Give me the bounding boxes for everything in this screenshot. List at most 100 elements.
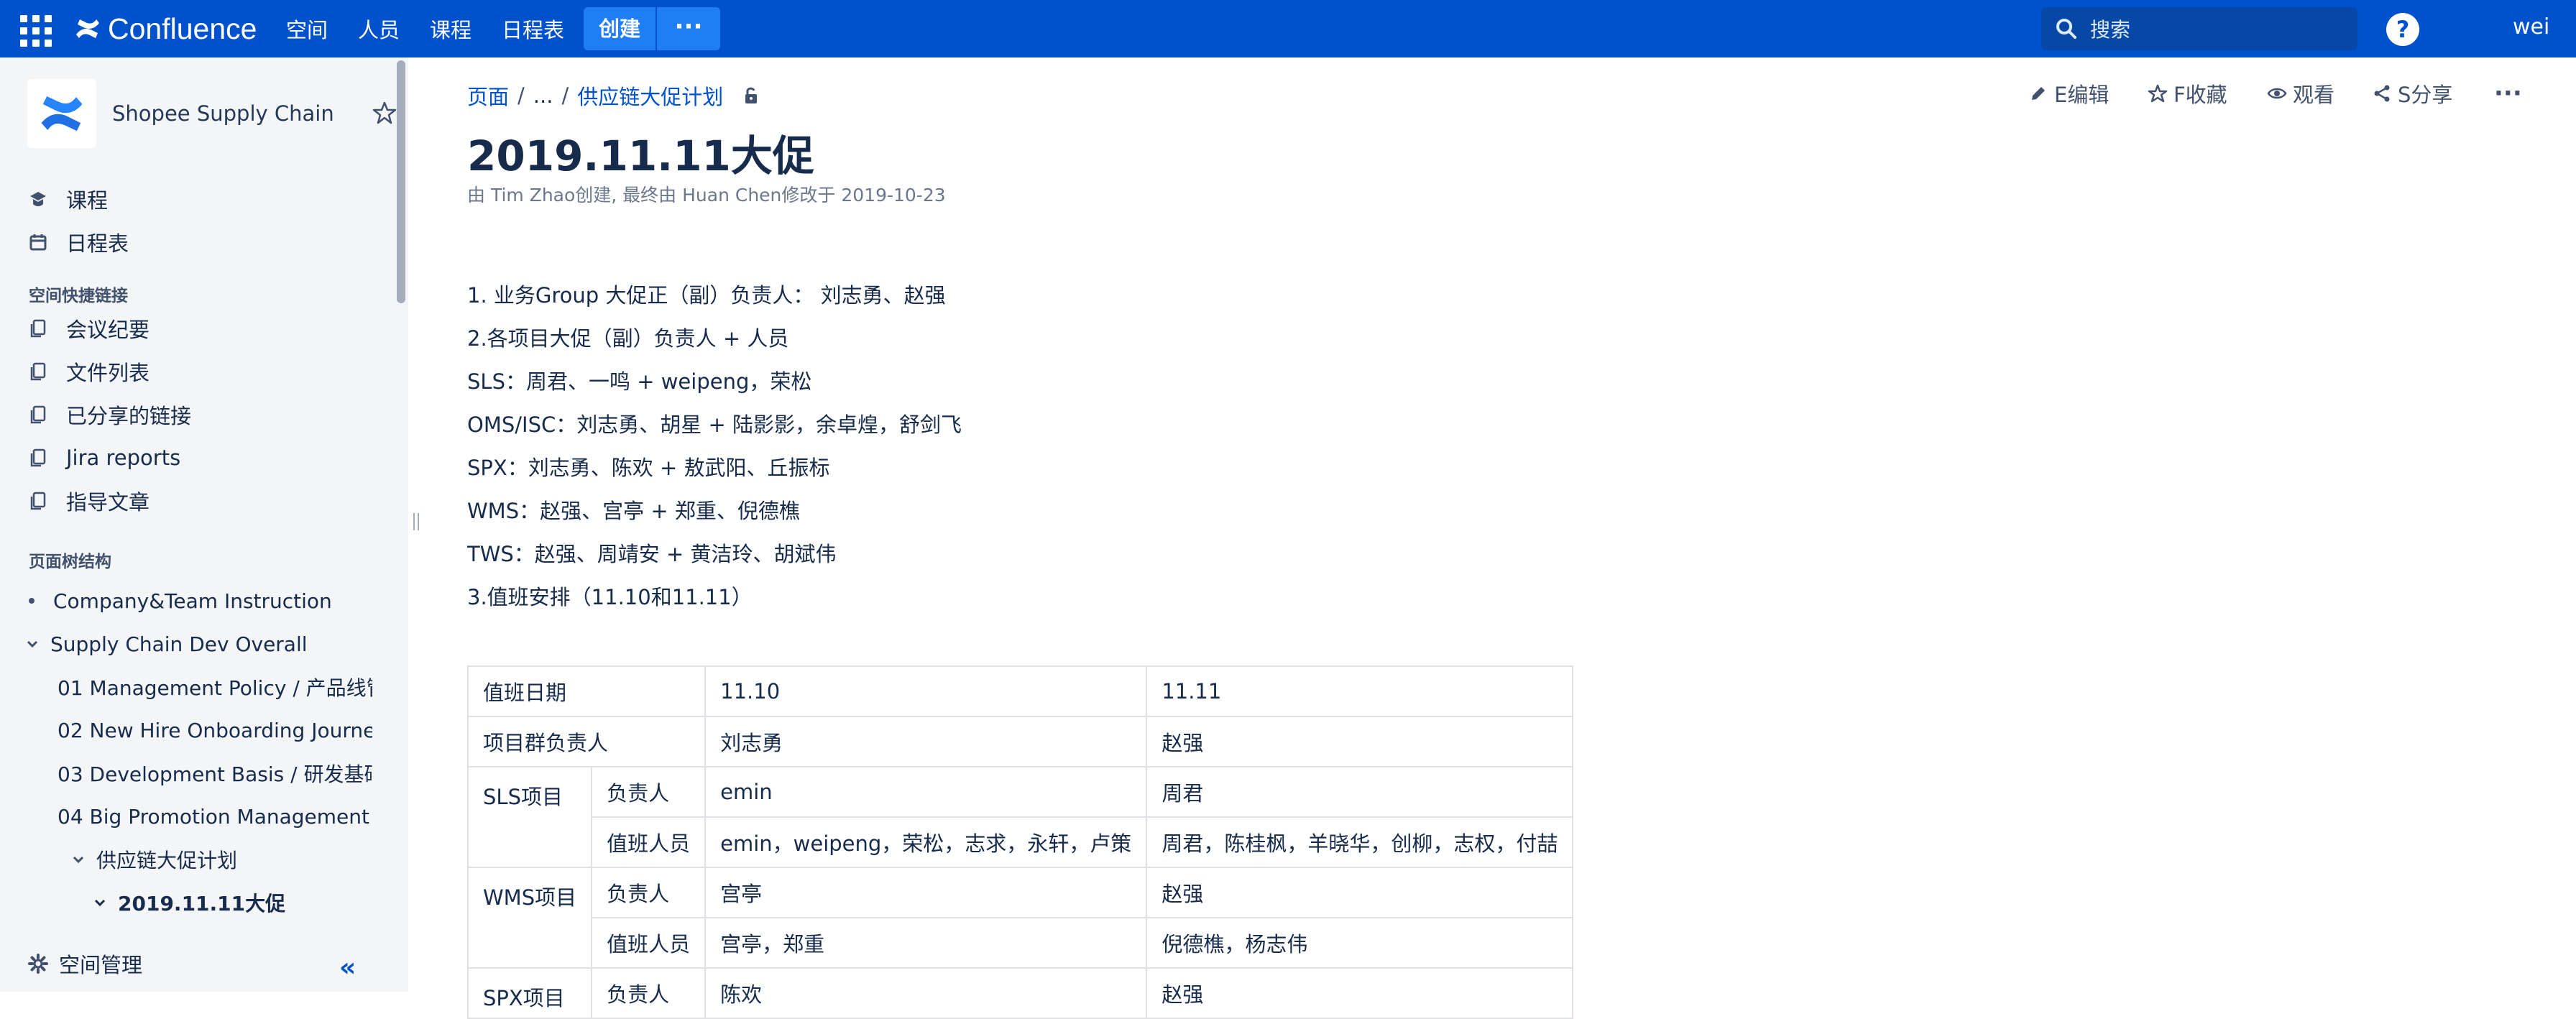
unlock-icon[interactable] [740,85,762,106]
chevron-down-icon[interactable] [92,895,108,910]
tree-item-label: 供应链大促计划 [96,849,238,872]
page-copy-icon [30,448,46,467]
tree-item-development-basis[interactable]: 03 Development Basis / 研发基础 [47,756,372,790]
confluence-logo[interactable]: Confluence [73,10,257,47]
help-icon[interactable]: ? [2386,13,2419,46]
tree-item-label: 01 Management Policy / 产品线管 [58,676,372,700]
sidebar-item-courses[interactable]: 课程 [27,181,108,217]
shortcut-jira-reports[interactable]: Jira reports [27,440,180,476]
space-header[interactable]: Shopee Supply Chain [27,79,334,148]
confluence-logo-icon [76,19,99,38]
table-cell: 11.11 [1146,665,1574,717]
tree-item-new-hire-onboarding[interactable]: 02 New Hire Onboarding Journe [47,713,372,747]
table-cell: 周君 [1146,766,1574,818]
chevron-down-icon[interactable] [24,636,40,652]
courses-icon [30,192,46,206]
table-cell: 刘志勇 [704,716,1148,767]
watch-button[interactable]: 观看 [2267,78,2334,109]
table-cell: 负责人 [591,867,707,918]
tree-item-label: 03 Development Basis / 研发基础 [58,762,372,786]
edit-label: E编辑 [2054,83,2110,107]
table-cell: 陈欢 [704,967,1148,1019]
product-name: Confluence [108,11,257,45]
tree-item-company-team-instruction[interactable]: Company&Team Instruction [27,584,332,618]
breadcrumb-pages[interactable]: 页面 [467,80,509,111]
sidebar-item-label: 课程 [66,188,109,213]
table-cell: 赵强 [1146,716,1574,767]
favourite-star-icon[interactable] [372,101,397,125]
chevron-down-icon[interactable] [70,852,86,867]
shortcut-meeting-notes[interactable]: 会议纪要 [27,310,150,346]
tree-item-label: 2019.11.11大促 [118,892,286,916]
table-row: SLS项目 负责人 emin 周君 [466,766,1574,868]
bullet-icon [29,598,34,604]
duty-schedule-table: 值班日期 11.10 11.11 项目群负责人 刘志勇 赵强 SLS项目 负责人… [466,665,1574,1019]
eye-icon [2267,88,2287,99]
sidebar-scrollbar[interactable] [397,60,405,303]
nav-people[interactable]: 人员 [358,14,400,44]
shortcut-label: 已分享的链接 [66,404,192,428]
paragraph-project-owners-heading: 2.各项目大促（副）负责人 + 人员 [467,326,789,351]
app-switcher-icon[interactable] [20,13,55,47]
shortcut-shared-links[interactable]: 已分享的链接 [27,397,191,433]
sidebar-resize-handle-icon[interactable] [411,512,421,532]
page-copy-icon [30,405,46,424]
sidebar-item-calendar[interactable]: 日程表 [27,224,129,260]
search-placeholder: 搜索 [2090,18,2131,42]
page-title: 2019.11.11大促 [467,132,814,180]
table-cell: 周君，陈桂枫，羊晓华，创柳，志权，付喆 [1146,816,1574,868]
nav-calendar[interactable]: 日程表 [502,14,564,44]
tree-item-big-promotion-management[interactable]: 04 Big Promotion Management / [47,799,372,834]
nav-spaces[interactable]: 空间 [286,14,328,44]
table-cell: 值班人员 [591,816,707,868]
breadcrumb-parent[interactable]: 供应链大促计划 [577,80,723,111]
table-row: 值班人员 emin，weipeng，荣松，志求，永轩，卢策 周君，陈桂枫，羊晓华… [468,816,1574,868]
breadcrumb-ellipsis[interactable]: ... [533,83,553,108]
breadcrumb-separator: / [561,83,569,108]
table-cell: emin，weipeng，荣松，志求，永轩，卢策 [704,816,1148,868]
page-tree-heading: 页面树结构 [29,553,111,571]
nav-courses[interactable]: 课程 [430,14,472,44]
share-button[interactable]: S分享 [2372,78,2452,109]
favourite-button[interactable]: F收藏 [2148,78,2227,109]
create-button[interactable]: 创建 [584,7,656,50]
calendar-icon [29,234,47,251]
top-navigation-bar: Confluence 空间 人员 课程 日程表 创建 ··· 搜索 ? wei [0,0,2576,57]
shortcut-guide-articles[interactable]: 指导文章 [27,483,150,519]
watch-label: 观看 [2293,83,2335,107]
paragraph-wms: WMS：赵强、宫亭 + 郑重、倪德樵 [467,499,800,523]
tree-item-supply-chain-promo-plan[interactable]: 供应链大促计划 [70,842,237,877]
table-cell: emin [704,766,1148,818]
more-actions-icon[interactable]: ··· [2494,78,2522,109]
tree-item-current-page[interactable]: 2019.11.11大促 [92,885,285,920]
collapse-sidebar-icon[interactable]: « [339,953,356,982]
tree-item-management-policy[interactable]: 01 Management Policy / 产品线管 [47,670,372,704]
shortcut-file-list[interactable]: 文件列表 [27,354,150,389]
paragraph-spx: SPX：刘志勇、陈欢 + 敖武阳、丘振标 [467,456,830,480]
paragraph-sls: SLS：周君、一鸣 + weipeng，荣松 [467,369,812,394]
page-copy-icon [30,319,46,338]
sidebar-item-label: 日程表 [66,231,129,256]
tree-item-supply-chain-dev-overall[interactable]: Supply Chain Dev Overall [24,627,308,661]
page-byline: 由 Tim Zhao创建, 最终由 Huan Chen修改于 2019-10-2… [467,185,946,206]
search-input[interactable]: 搜索 [2041,7,2358,50]
tree-item-label: 02 New Hire Onboarding Journe [58,718,372,742]
space-avatar-icon [41,96,83,132]
table-cell: 赵强 [1146,967,1574,1019]
share-icon [2374,85,2390,102]
table-row: 项目群负责人 刘志勇 赵强 [466,716,1574,767]
paragraph-owners: 1. 业务Group 大促正（副）负责人： 刘志勇、赵强 [467,283,946,308]
favourite-label: F收藏 [2174,83,2227,107]
space-settings-link[interactable]: 空间管理 [27,949,142,979]
space-logo [27,79,96,148]
table-cell: 项目群负责人 [466,716,707,767]
create-more-button[interactable]: ··· [657,7,720,50]
space-name: Shopee Supply Chain [112,101,334,126]
user-menu[interactable]: wei [2513,14,2549,40]
star-icon [2148,84,2168,103]
edit-button[interactable]: E编辑 [2028,78,2109,109]
table-cell: 宫亭，郑重 [704,917,1148,969]
table-cell: 负责人 [591,967,707,1019]
shortcuts-heading: 空间快捷链接 [29,287,128,305]
share-label: S分享 [2398,83,2453,107]
